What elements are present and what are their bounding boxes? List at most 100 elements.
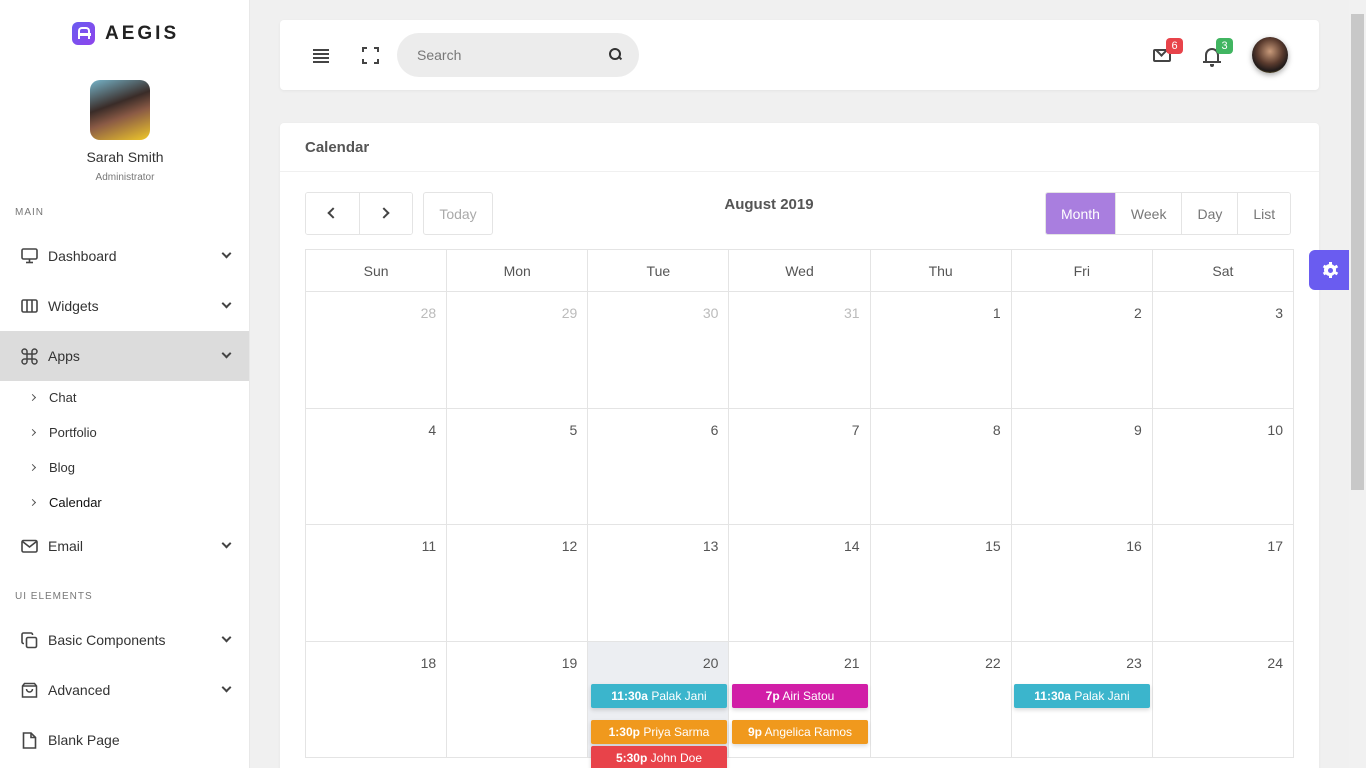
day-cell[interactable]: 2 (1011, 292, 1153, 409)
event-title: Angelica Ramos (764, 725, 853, 739)
sidebar-item-blank-page[interactable]: Blank Page (0, 715, 249, 765)
scrollbar-thumb[interactable] (1351, 14, 1364, 490)
search-icon[interactable] (609, 48, 621, 60)
sidebar-item-widgets[interactable]: Widgets (0, 281, 249, 331)
view-day-button[interactable]: Day (1181, 193, 1238, 234)
view-week-button[interactable]: Week (1114, 193, 1182, 234)
sidebar-item-basic-components[interactable]: Basic Components (0, 615, 249, 665)
event-time: 5:30p (615, 751, 648, 765)
mail-icon[interactable]: 6 (1152, 38, 1183, 66)
day-number: 10 (1267, 421, 1283, 438)
day-cell[interactable]: 15 (870, 525, 1012, 642)
day-cell[interactable]: 10 (1152, 408, 1294, 525)
day-number: 2 (1134, 305, 1142, 321)
chevron-down-icon (221, 682, 232, 693)
search-input[interactable] (417, 45, 597, 65)
week-row: 4 5 6 7 8 9 10 (306, 408, 1294, 525)
day-number: 23 (1126, 654, 1142, 671)
gear-icon (1322, 262, 1338, 278)
calendar-event[interactable]: 11:30a Palak Jani (591, 684, 727, 708)
day-number: 5 (569, 421, 578, 438)
day-number: 16 (1126, 538, 1142, 554)
event-time: 11:30a (611, 689, 648, 703)
file-icon (20, 731, 38, 749)
user-avatar[interactable] (1252, 37, 1288, 73)
day-number: 28 (420, 305, 437, 321)
calendar-event[interactable]: 11:30a Palak Jani (1014, 684, 1150, 708)
day-cell[interactable]: 4 (306, 408, 448, 525)
calendar-event[interactable]: 1:30p Priya Sarma (591, 720, 727, 744)
event-title: Priya Sarma (643, 725, 710, 739)
day-number: 30 (702, 305, 719, 321)
sidebar-subitem-label: Calendar (49, 494, 102, 510)
day-cell[interactable]: 8 (870, 408, 1012, 525)
sidebar-item-advanced[interactable]: Advanced (0, 665, 249, 715)
sidebar-item-apps[interactable]: Apps (0, 331, 249, 381)
event-time: 1:30p (608, 725, 640, 739)
sidebar-subitem-chat[interactable]: Chat (28, 387, 76, 407)
day-cell[interactable]: 17 (1152, 525, 1294, 642)
event-time: 9p (747, 725, 762, 739)
day-cell[interactable]: 13 (588, 525, 730, 642)
day-cell[interactable]: 28 (306, 292, 448, 409)
fullscreen-icon[interactable] (362, 47, 379, 64)
view-list-button[interactable]: List (1237, 193, 1291, 234)
profile-avatar[interactable] (90, 80, 150, 140)
day-cell[interactable]: 16 (1011, 525, 1153, 642)
day-number: 17 (1267, 538, 1283, 554)
day-cell[interactable]: 30 (588, 292, 730, 409)
day-cell[interactable]: 31 (729, 292, 871, 409)
calendar-event[interactable]: 7p Airi Satou (732, 684, 868, 708)
weekday-header: Tue (588, 250, 730, 292)
day-number: 6 (710, 421, 719, 438)
day-number: 21 (843, 654, 860, 671)
settings-toggle[interactable] (1309, 250, 1349, 290)
sidebar-subitem-blog[interactable]: Blog (28, 457, 76, 477)
day-cell[interactable]: 14 (729, 525, 871, 642)
brand[interactable]: AEGIS (72, 22, 179, 45)
day-cell[interactable]: 6 (588, 408, 730, 525)
day-number: 13 (702, 538, 719, 554)
weekday-header-row: Sun Mon Tue Wed Thu Fri Sat (306, 250, 1294, 292)
calendar-event[interactable]: 9p Angelica Ramos (732, 720, 868, 744)
menu-icon[interactable] (313, 49, 329, 63)
day-cell[interactable]: 1 (870, 292, 1012, 409)
sidebar-subitem-label: Blog (49, 459, 76, 475)
chevron-right-icon (28, 428, 37, 436)
day-number: 3 (1275, 305, 1283, 321)
chevron-down-icon (221, 348, 232, 359)
chevron-down-icon (221, 538, 232, 549)
day-cell[interactable]: 18 (306, 641, 448, 758)
day-cell[interactable]: 9 (1011, 408, 1153, 525)
day-cell[interactable]: 22 (870, 641, 1012, 758)
sidebar-item-email[interactable]: Email (0, 521, 249, 571)
day-number: 11 (421, 538, 437, 554)
chevron-right-icon (28, 498, 37, 506)
bell-icon[interactable]: 3 (1202, 38, 1233, 67)
day-cell[interactable]: 29 (447, 292, 589, 409)
day-number: 12 (561, 538, 578, 554)
calendar-grid: Sun Mon Tue Wed Thu Fri Sat 28 29 30 31 … (305, 249, 1294, 758)
view-month-button[interactable]: Month (1046, 193, 1115, 234)
section-label-main: MAIN (15, 207, 44, 218)
day-cell[interactable]: 24 (1152, 641, 1294, 758)
calendar-event[interactable]: 5:30p John Doe (591, 746, 727, 768)
day-cell[interactable]: 11 (306, 525, 448, 642)
notification-count-badge: 3 (1216, 38, 1233, 54)
day-cell[interactable]: 3 (1152, 292, 1294, 409)
scrollbar[interactable] (1349, 0, 1366, 768)
sidebar-subitem-calendar[interactable]: Calendar (28, 492, 102, 512)
weekday-header: Mon (447, 250, 589, 292)
weekday-header: Wed (729, 250, 871, 292)
day-cell[interactable]: 7 (729, 408, 871, 525)
shopping-bag-icon (20, 681, 38, 699)
day-number: 20 (702, 654, 719, 671)
sidebar-subitem-portfolio[interactable]: Portfolio (28, 422, 97, 442)
day-cell[interactable]: 5 (447, 408, 589, 525)
card-title: Calendar (305, 139, 370, 156)
day-cell[interactable]: 12 (447, 525, 589, 642)
day-cell[interactable]: 19 (447, 641, 589, 758)
day-number: 31 (843, 305, 860, 321)
weekday-header: Fri (1011, 250, 1153, 292)
sidebar-item-dashboard[interactable]: Dashboard (0, 231, 249, 281)
